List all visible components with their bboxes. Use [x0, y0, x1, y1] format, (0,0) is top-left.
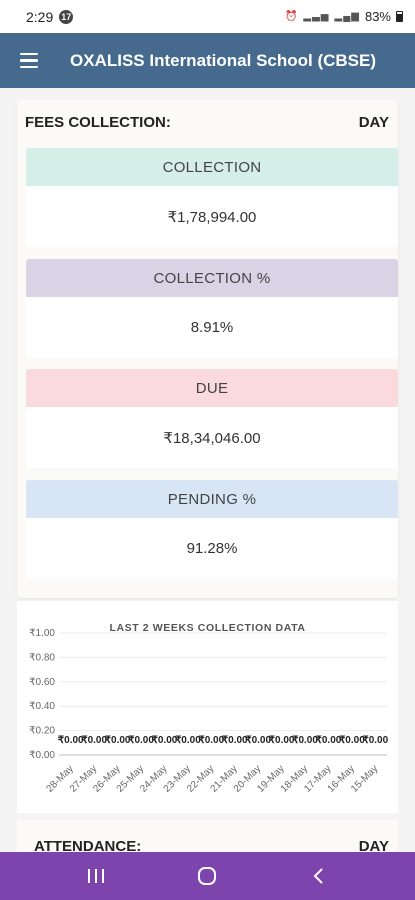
system-nav-bar — [0, 852, 415, 900]
data-label: ₹0.00 — [152, 735, 178, 746]
data-label: ₹0.00 — [339, 735, 365, 746]
metric-label: DUE — [195, 379, 229, 397]
data-label: ₹0.00 — [58, 735, 84, 746]
recents-icon — [87, 869, 104, 883]
y-tick-label: ₹0.60 — [29, 677, 55, 688]
data-label: ₹0.00 — [198, 735, 224, 746]
network-icon: ▂▃▅ — [303, 11, 330, 22]
y-tick-label: ₹0.80 — [29, 652, 55, 663]
data-label: ₹0.00 — [362, 735, 388, 746]
collection-percent-metric: COLLECTION % 8.91% — [26, 259, 398, 358]
alarm-icon: ⏰ — [284, 11, 299, 22]
collection-bar-chart: ₹0.00₹0.20₹0.40₹0.60₹0.80₹1.00₹0.0028-Ma… — [29, 628, 388, 795]
status-left: 2:29 17 — [26, 8, 74, 25]
attendance-heading: ATTENDANCE: — [34, 838, 142, 852]
menu-icon[interactable] — [20, 52, 38, 69]
attendance-period[interactable]: DAY — [359, 838, 389, 852]
data-label: ₹0.00 — [316, 735, 342, 746]
collection-chart-card: LAST 2 WEEKS COLLECTION DATA ₹0.00 ₹0.20 ₹… — [17, 601, 398, 813]
home-button[interactable] — [187, 856, 227, 896]
due-metric: DUE ₹18,34,046.00 — [26, 369, 398, 468]
data-label: ₹0.00 — [105, 735, 131, 746]
recents-button[interactable] — [76, 856, 116, 896]
y-tick-label: ₹0.40 — [29, 701, 55, 712]
metric-label: PENDING % — [167, 490, 257, 508]
notification-count-badge: 17 — [59, 9, 74, 24]
y-tick-label: ₹1.00 — [29, 628, 55, 639]
fees-period[interactable]: DAY — [359, 114, 389, 131]
data-label: ₹0.00 — [292, 735, 318, 746]
status-time: 2:29 — [26, 8, 54, 25]
metric-label: COLLECTION — [162, 158, 262, 176]
data-label: ₹0.00 — [81, 735, 107, 746]
metric-header: COLLECTION % — [26, 259, 398, 297]
status-bar: 2:29 17 ⏰ ▂▃▅ ▂▄▆ 83% — [0, 0, 415, 33]
metric-value: 8.91% — [190, 319, 234, 336]
signal-icon: ▂▄▆ — [334, 11, 360, 22]
data-label: ₹0.00 — [269, 735, 295, 746]
pending-percent-metric: PENDING % 91.28% — [26, 480, 398, 579]
back-icon — [313, 868, 323, 884]
metric-header: DUE — [26, 369, 398, 407]
data-label: ₹0.00 — [175, 735, 201, 746]
data-label: ₹0.00 — [245, 735, 271, 746]
y-tick-label: ₹0.20 — [29, 726, 55, 737]
dashboard-content[interactable]: FEES COLLECTION: DAY COLLECTION ₹1,78,99… — [0, 88, 415, 852]
metric-label: COLLECTION % — [153, 269, 271, 287]
app-title: OXALISS International School (CBSE) — [70, 50, 377, 70]
back-button[interactable] — [299, 856, 339, 896]
home-icon — [198, 867, 217, 885]
y-tick-label: ₹0.00 — [29, 750, 55, 761]
metric-value: ₹1,78,994.00 — [167, 208, 257, 226]
metric-value: 91.28% — [186, 540, 238, 557]
status-right: ⏰ ▂▃▅ ▂▄▆ 83% — [285, 9, 403, 24]
metric-value: ₹18,34,046.00 — [163, 429, 261, 447]
battery-percent: 83% — [364, 9, 391, 24]
attendance-card: ATTENDANCE: DAY — [17, 820, 398, 852]
app-bar: OXALISS International School (CBSE) — [0, 33, 415, 88]
metric-header: COLLECTION — [26, 148, 398, 186]
data-label: ₹0.00 — [222, 735, 248, 746]
fees-heading: FEES COLLECTION: — [25, 114, 171, 131]
collection-metric: COLLECTION ₹1,78,994.00 — [26, 148, 398, 247]
fees-collection-card: FEES COLLECTION: DAY COLLECTION ₹1,78,99… — [17, 100, 398, 598]
attendance-section-header: ATTENDANCE: DAY — [17, 838, 398, 852]
data-label: ₹0.00 — [128, 735, 154, 746]
fees-section-header: FEES COLLECTION: DAY — [17, 114, 398, 131]
battery-icon — [396, 11, 403, 22]
metric-header: PENDING % — [26, 480, 398, 518]
